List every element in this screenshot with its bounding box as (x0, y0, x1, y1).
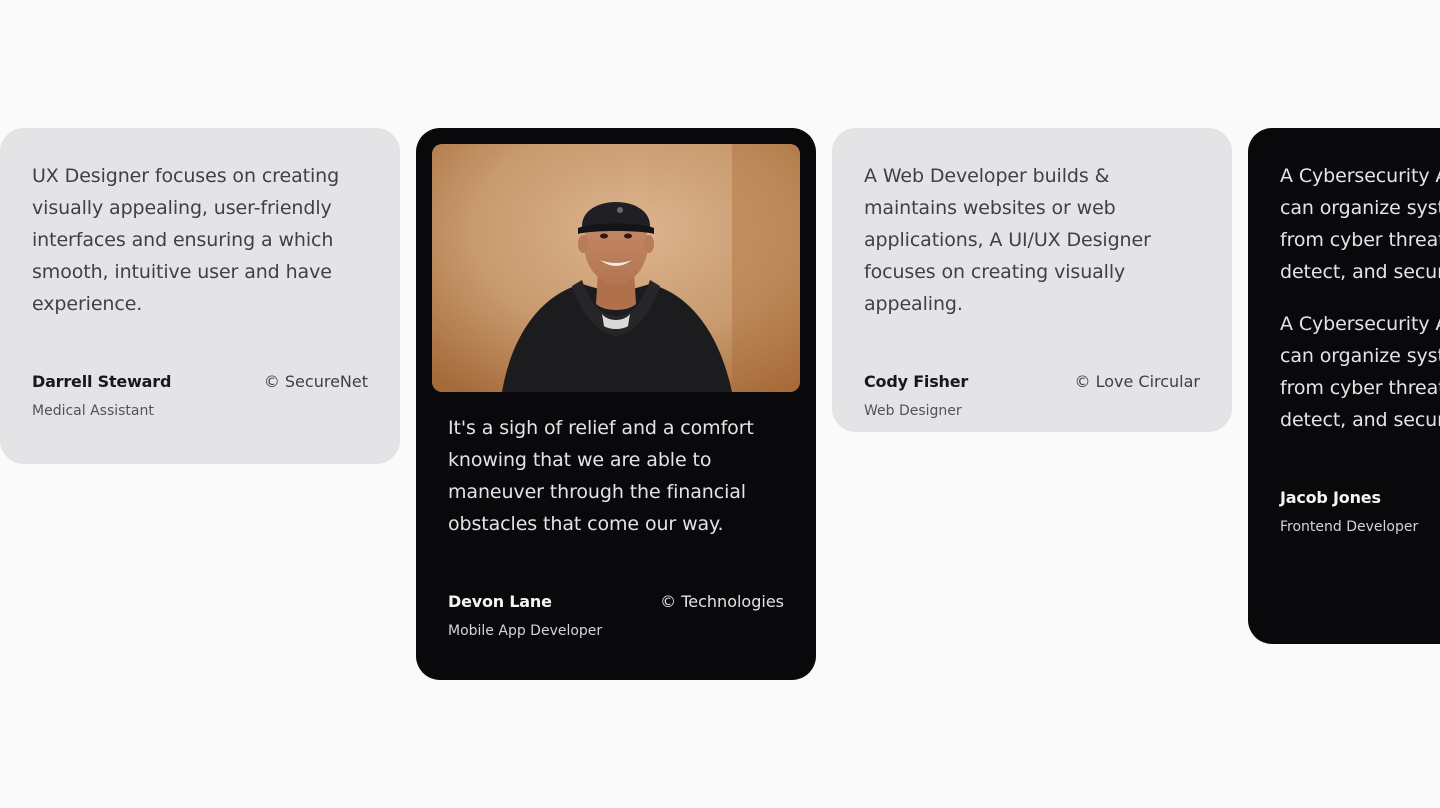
testimonial-quote: A Cybersecurity Analyst is which can org… (1280, 165, 1440, 283)
testimonial-meta: Darrell Steward © SecureNet (32, 372, 368, 391)
testimonial-card: UX Designer focuses on creating visually… (0, 128, 400, 464)
author-name: Devon Lane (448, 592, 552, 611)
author-role: Medical Assistant (32, 403, 154, 419)
company-name: © Love Circular (1074, 372, 1200, 391)
testimonial-quote: UX Designer focuses on creating visually… (32, 165, 340, 315)
testimonial-card-featured: It's a sigh of relief and a comfort know… (416, 128, 816, 680)
company-name: © SecureNet (263, 372, 368, 391)
testimonial-quote: It's a sigh of relief and a comfort know… (448, 417, 754, 535)
author-role: Mobile App Developer (448, 623, 603, 639)
testimonial-quote: A Web Developer builds & maintains websi… (864, 165, 1151, 315)
author-role: Web Designer (864, 403, 962, 419)
testimonials-carousel[interactable]: UX Designer focuses on creating visually… (0, 0, 1440, 808)
testimonial-meta: Devon Lane © Technologies (448, 592, 784, 611)
testimonial-meta: Cody Fisher © Love Circular (864, 372, 1200, 391)
testimonial-card: A Cybersecurity Analyst is which can org… (1248, 128, 1440, 644)
author-role: Frontend Developer (1280, 519, 1419, 535)
author-name: Cody Fisher (864, 372, 969, 391)
author-name: Darrell Steward (32, 372, 172, 391)
testimonial-meta: Jacob Jones (1280, 488, 1440, 507)
testimonial-card: A Web Developer builds & maintains websi… (832, 128, 1232, 432)
author-photo (432, 144, 800, 392)
testimonial-quote-continued: A Cybersecurity Analyst is which can org… (1280, 313, 1440, 431)
company-name: © Technologies (660, 592, 784, 611)
author-name: Jacob Jones (1280, 488, 1381, 507)
